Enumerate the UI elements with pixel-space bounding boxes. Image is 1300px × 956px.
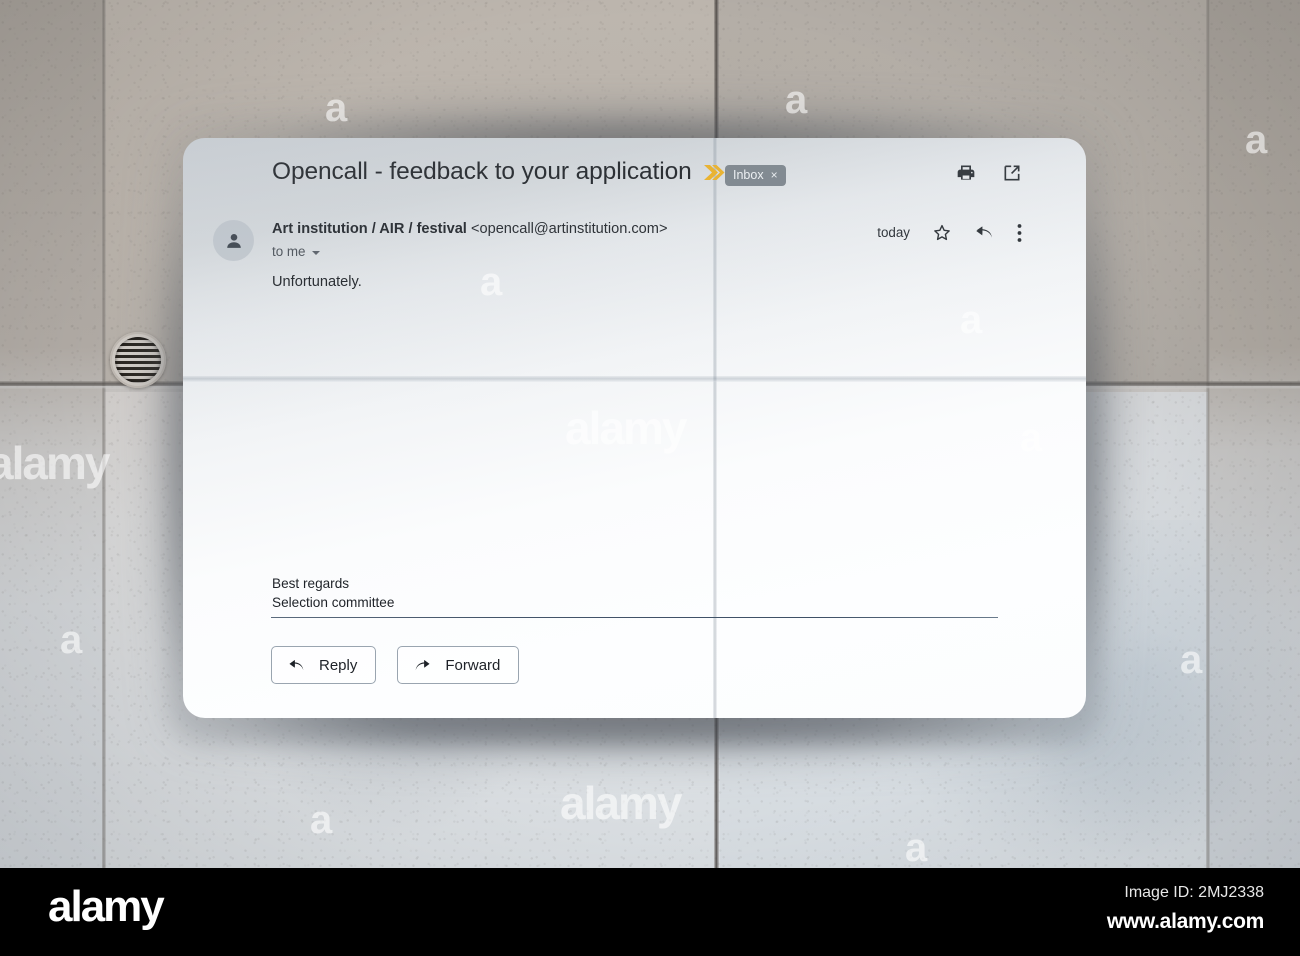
forward-button-label: Forward — [445, 656, 501, 674]
signature-divider — [271, 617, 998, 619]
importance-marker-icon[interactable] — [703, 164, 726, 181]
print-icon[interactable] — [956, 163, 976, 183]
label-remove-icon[interactable]: × — [771, 169, 778, 181]
sender-avatar[interactable] — [213, 220, 254, 261]
subject-row: Opencall - feedback to your application — [272, 158, 726, 186]
more-options-icon[interactable] — [1017, 223, 1022, 243]
photo-scene: Opencall - feedback to your application … — [0, 0, 1300, 868]
label-chip-inbox[interactable]: Inbox × — [725, 165, 786, 186]
signature-line-2: Selection committee — [272, 595, 395, 611]
action-buttons: Reply Forward — [271, 646, 520, 684]
email-body: Unfortunately. — [272, 274, 362, 290]
sender-block: Art institution / AIR / festival <openca… — [272, 221, 667, 259]
alamy-url: www.alamy.com — [1106, 910, 1264, 933]
chevron-down-icon[interactable] — [311, 250, 320, 255]
forward-button[interactable]: Forward — [397, 646, 520, 684]
email-card: Opencall - feedback to your application … — [183, 138, 1086, 718]
image-id-label: Image ID: 2MJ2338 — [1124, 884, 1264, 901]
signature-line-1: Best regards — [272, 576, 350, 591]
recipients-label: to me — [272, 244, 306, 259]
alamy-logo: alamy — [48, 882, 165, 931]
sender-address: <opencall@artinstitution.com> — [470, 221, 668, 237]
reply-arrow-icon[interactable] — [974, 222, 995, 243]
recipients-row[interactable]: to me — [272, 244, 667, 259]
reply-button-label: Reply — [319, 656, 358, 674]
card-wall-seam-horizontal — [183, 376, 1086, 382]
reply-button[interactable]: Reply — [271, 646, 377, 684]
sender-line: Art institution / AIR / festival <openca… — [272, 221, 667, 237]
label-chip-text: Inbox — [733, 168, 764, 182]
email-signature: Best regards Selection committee — [272, 574, 394, 613]
person-icon — [226, 233, 241, 248]
sender-name[interactable]: Art institution / AIR / festival — [272, 221, 467, 237]
header-actions — [956, 163, 1022, 183]
forward-arrow-icon — [413, 656, 432, 675]
reply-arrow-icon — [287, 656, 306, 675]
star-icon[interactable] — [932, 223, 952, 243]
email-subject: Opencall - feedback to your application — [272, 158, 692, 185]
message-meta: today — [877, 222, 1022, 243]
message-date: today — [877, 225, 910, 240]
alamy-footer-bar: alamy Image ID: 2MJ2338 www.alamy.com — [0, 868, 1300, 956]
open-in-new-window-icon[interactable] — [1002, 163, 1022, 183]
